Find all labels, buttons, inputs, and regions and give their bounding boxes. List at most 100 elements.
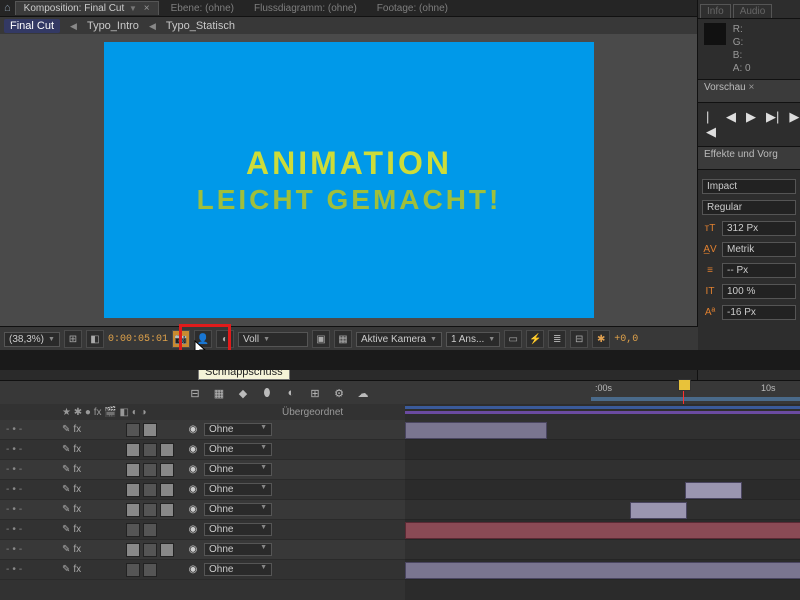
clip[interactable] — [685, 482, 742, 499]
parent-dropdown[interactable]: Ohne▼ — [204, 543, 272, 556]
grid-icon[interactable]: ⊞ — [64, 330, 82, 348]
ruler-tick: 10s — [761, 383, 776, 393]
vscale-field[interactable]: 100 % — [722, 284, 796, 299]
reset-exposure-icon[interactable]: ✱ — [592, 330, 610, 348]
crumb-typo-intro[interactable]: Typo_Intro — [87, 20, 139, 32]
parent-dropdown[interactable]: Ohne▼ — [204, 563, 272, 576]
pickwhip-icon[interactable]: ◉ — [186, 484, 200, 495]
last-frame-icon[interactable]: ▶ — [789, 109, 799, 140]
viewer-tab-flowchart[interactable]: Flussdiagramm: (ohne) — [246, 2, 365, 15]
parent-dropdown[interactable]: Ohne▼ — [204, 423, 272, 436]
tab-audio[interactable]: Audio — [733, 4, 773, 18]
layer-row[interactable]: -•- ✎fx ◉Ohne▼ — [0, 520, 405, 540]
viewer-tab-footage[interactable]: Footage: (ohne) — [369, 2, 456, 15]
parent-dropdown[interactable]: Ohne▼ — [204, 443, 272, 456]
tab-effects[interactable]: Effekte und Vorg — [698, 146, 800, 170]
close-icon[interactable]: × — [748, 82, 754, 93]
panel-gap — [0, 350, 800, 370]
work-area[interactable] — [591, 397, 800, 401]
tab-info[interactable]: Info — [700, 4, 731, 18]
composition-preview[interactable]: ANIMATION LEICHT GEMACHT! — [0, 34, 698, 326]
timeline-tracks[interactable] — [405, 420, 800, 600]
viewer-tab-layer[interactable]: Ebene: (ohne) — [163, 2, 242, 15]
track-row[interactable] — [405, 500, 800, 520]
font-size-field[interactable]: 312 Px — [722, 221, 796, 236]
vscale-icon: IT — [702, 286, 718, 297]
layer-row[interactable]: -•- ✎fx ◉Ohne▼ — [0, 560, 405, 580]
tl-search-icon[interactable]: ⊟ — [186, 384, 204, 402]
leading-field[interactable]: -- Px — [722, 263, 796, 278]
transparency-grid-icon[interactable]: ▦ — [334, 330, 352, 348]
show-snapshot-button[interactable]: 👤 — [194, 330, 212, 348]
channel-icon[interactable]: ◐ — [216, 330, 234, 348]
exposure-value[interactable]: +0,0 — [614, 334, 638, 345]
track-row[interactable] — [405, 560, 800, 580]
camera-dropdown[interactable]: Aktive Kamera▼ — [356, 332, 442, 347]
next-frame-icon[interactable]: ▶| — [766, 109, 779, 140]
layer-row[interactable]: -•- ✎fx ◉Ohne▼ — [0, 440, 405, 460]
parent-dropdown[interactable]: Ohne▼ — [204, 523, 272, 536]
tl-graph-icon[interactable]: ⊞ — [306, 384, 324, 402]
tl-fx-icon[interactable]: ⚙ — [330, 384, 348, 402]
zoom-dropdown[interactable]: (38,3%)▼ — [4, 332, 60, 347]
pixel-aspect-icon[interactable]: ▭ — [504, 330, 522, 348]
pickwhip-icon[interactable]: ◉ — [186, 424, 200, 435]
track-row[interactable] — [405, 440, 800, 460]
crumb-typo-statisch[interactable]: Typo_Statisch — [166, 20, 235, 32]
tab-preview[interactable]: Vorschau × — [698, 79, 800, 103]
time-ruler[interactable]: :00s 10s 15s 20s — [591, 381, 800, 405]
layer-row[interactable]: -•- ✎fx ◉Ohne▼ — [0, 540, 405, 560]
font-style-select[interactable]: Regular — [702, 200, 796, 215]
track-row[interactable] — [405, 420, 800, 440]
parent-dropdown[interactable]: Ohne▼ — [204, 483, 272, 496]
mask-icon[interactable]: ◧ — [86, 330, 104, 348]
track-row[interactable] — [405, 460, 800, 480]
viewer-tab-composition[interactable]: Komposition: Final Cut ▼ × — [15, 1, 159, 15]
chevron-down-icon[interactable]: ▼ — [129, 4, 137, 13]
first-frame-icon[interactable]: |◀ — [706, 109, 716, 140]
font-family-select[interactable]: Impact — [702, 179, 796, 194]
layer-row[interactable]: -•- ✎fx ◉Ohne▼ — [0, 500, 405, 520]
kerning-icon: A̲V — [702, 244, 718, 255]
clip[interactable] — [630, 502, 687, 519]
fast-preview-icon[interactable]: ⚡ — [526, 330, 544, 348]
layer-row[interactable]: -•- ✎fx ◉Ohne▼ — [0, 480, 405, 500]
prev-frame-icon[interactable]: ◀ — [726, 109, 736, 140]
pickwhip-icon[interactable]: ◉ — [186, 524, 200, 535]
parent-dropdown[interactable]: Ohne▼ — [204, 463, 272, 476]
pickwhip-icon[interactable]: ◉ — [186, 504, 200, 515]
pickwhip-icon[interactable]: ◉ — [186, 564, 200, 575]
snapshot-button[interactable]: 📷 — [172, 330, 190, 348]
timecode[interactable]: 0:00:05:01 — [108, 334, 168, 345]
parent-dropdown[interactable]: Ohne▼ — [204, 503, 272, 516]
layer-row[interactable]: -•- ✎fx ◉Ohne▼ — [0, 460, 405, 480]
close-icon[interactable]: × — [144, 3, 150, 14]
timeline-icon[interactable]: ≣ — [548, 330, 566, 348]
tl-3d-icon[interactable]: ⬮ — [258, 384, 276, 402]
kerning-field[interactable]: Metrik — [722, 242, 796, 257]
clip[interactable] — [405, 522, 800, 539]
tl-shy-icon[interactable]: ◆ — [234, 384, 252, 402]
tl-blur-icon[interactable]: ◐ — [282, 384, 300, 402]
viewer-tabs: ⌂ Komposition: Final Cut ▼ × Ebene: (ohn… — [0, 0, 800, 17]
pickwhip-icon[interactable]: ◉ — [186, 444, 200, 455]
crumb-finalcut[interactable]: Final Cut — [4, 19, 60, 33]
layer-row[interactable]: -•- ✎fx ◉Ohne▼ — [0, 420, 405, 440]
track-row[interactable] — [405, 540, 800, 560]
track-row[interactable] — [405, 520, 800, 540]
chevron-left-icon: ◀ — [70, 21, 77, 32]
resolution-dropdown[interactable]: Voll▼ — [238, 332, 308, 347]
tl-brain-icon[interactable]: ☁ — [354, 384, 372, 402]
clip[interactable] — [405, 422, 547, 439]
pickwhip-icon[interactable]: ◉ — [186, 464, 200, 475]
flowchart-icon[interactable]: ⊟ — [570, 330, 588, 348]
baseline-field[interactable]: -16 Px — [722, 305, 796, 320]
clip[interactable] — [405, 562, 800, 579]
track-row[interactable] — [405, 480, 800, 500]
pickwhip-icon[interactable]: ◉ — [186, 544, 200, 555]
preview-toolbar: (38,3%)▼ ⊞ ◧ 0:00:05:01 📷 👤 ◐ Voll▼ ▣ ▦ … — [0, 326, 698, 352]
views-dropdown[interactable]: 1 Ans...▼ — [446, 332, 500, 347]
tl-comp-icon[interactable]: ▦ — [210, 384, 228, 402]
roi-icon[interactable]: ▣ — [312, 330, 330, 348]
play-icon[interactable]: ▶ — [746, 109, 756, 140]
